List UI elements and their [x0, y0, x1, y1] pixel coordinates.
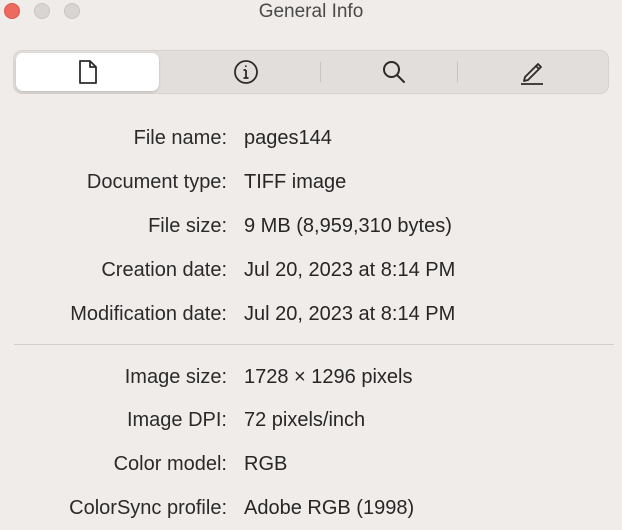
- document-type-value: TIFF image: [244, 171, 347, 193]
- color-model-value: RGB: [244, 453, 288, 475]
- title-bar: General Info: [0, 0, 622, 28]
- color-model-row: Color model: RGB: [0, 450, 622, 478]
- image-size-row: Image size: 1728 × 1296 pixels: [0, 363, 622, 391]
- colorsync-profile-row: ColorSync profile: Adobe RGB (1998): [0, 494, 622, 522]
- tab-annotations[interactable]: [458, 51, 606, 93]
- color-model-label: Color model:: [113, 453, 227, 475]
- image-dpi-row: Image DPI: 72 pixels/inch: [0, 406, 622, 434]
- tab-keywords[interactable]: [320, 51, 468, 93]
- creation-date-label: Creation date:: [101, 259, 227, 281]
- inspector-tab-bar: [13, 50, 609, 94]
- file-size-value: 9 MB (8,959,310 bytes): [244, 215, 452, 237]
- colorsync-profile-value: Adobe RGB (1998): [244, 497, 415, 519]
- magnifier-icon: [381, 59, 407, 85]
- file-name-value: pages144: [244, 127, 332, 149]
- file-name-row: File name: pages144: [0, 124, 622, 152]
- document-icon: [77, 59, 99, 85]
- document-type-label: Document type:: [86, 171, 227, 193]
- modification-date-row: Modification date: Jul 20, 2023 at 8:14 …: [0, 300, 622, 328]
- modification-date-value: Jul 20, 2023 at 8:14 PM: [244, 303, 456, 325]
- section-divider: [14, 344, 614, 345]
- tab-more-info[interactable]: [172, 51, 320, 93]
- window-title: General Info: [258, 1, 364, 22]
- image-dpi-label: Image DPI:: [126, 409, 227, 431]
- file-size-label: File size:: [148, 215, 227, 237]
- creation-date-value: Jul 20, 2023 at 8:14 PM: [244, 259, 456, 281]
- image-size-label: Image size:: [124, 366, 227, 388]
- pencil-icon: [518, 59, 546, 85]
- tab-general-info[interactable]: [16, 53, 159, 91]
- image-size-value: 1728 × 1296 pixels: [244, 366, 413, 388]
- creation-date-row: Creation date: Jul 20, 2023 at 8:14 PM: [0, 256, 622, 284]
- modification-date-label: Modification date:: [70, 303, 227, 325]
- info-icon: [233, 59, 259, 85]
- file-size-row: File size: 9 MB (8,959,310 bytes): [0, 212, 622, 240]
- image-dpi-value: 72 pixels/inch: [244, 409, 366, 431]
- colorsync-profile-label: ColorSync profile:: [69, 497, 227, 519]
- file-name-label: File name:: [133, 127, 227, 149]
- document-type-row: Document type: TIFF image: [0, 168, 622, 196]
- info-window: General Info File name: pages144 Documen…: [0, 0, 622, 530]
